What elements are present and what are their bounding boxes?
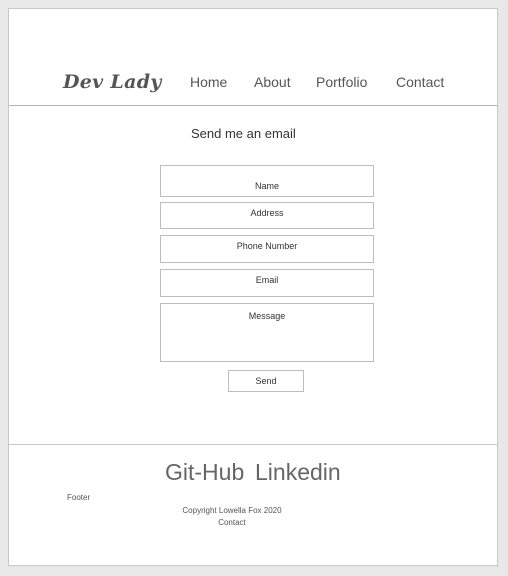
nav-about-link[interactable]: About xyxy=(254,74,291,90)
name-field[interactable] xyxy=(160,165,374,197)
github-link[interactable]: Git-Hub xyxy=(165,459,244,486)
nav-home-link[interactable]: Home xyxy=(190,74,227,90)
send-button[interactable]: Send xyxy=(228,370,304,392)
email-field[interactable] xyxy=(160,269,374,297)
site-logo[interactable]: Dev Lady xyxy=(63,71,162,93)
nav-contact-link[interactable]: Contact xyxy=(396,74,444,90)
copyright-text: Copyright Lowella Fox 2020 xyxy=(182,506,282,515)
nav-portfolio-link[interactable]: Portfolio xyxy=(316,74,367,90)
site-footer: Git-Hub Linkedin Footer Copyright Lowell… xyxy=(9,444,498,567)
message-field[interactable] xyxy=(160,303,374,362)
footer-label: Footer xyxy=(67,493,91,502)
form-title: Send me an email xyxy=(191,126,296,141)
site-header: Dev Lady Home About Portfolio Contact xyxy=(9,9,497,106)
address-field[interactable] xyxy=(160,202,374,229)
phone-field[interactable] xyxy=(160,235,374,263)
linkedin-link[interactable]: Linkedin xyxy=(255,459,341,486)
footer-contact-link[interactable]: Contact xyxy=(9,518,455,527)
page-container: Dev Lady Home About Portfolio Contact Se… xyxy=(8,8,498,567)
